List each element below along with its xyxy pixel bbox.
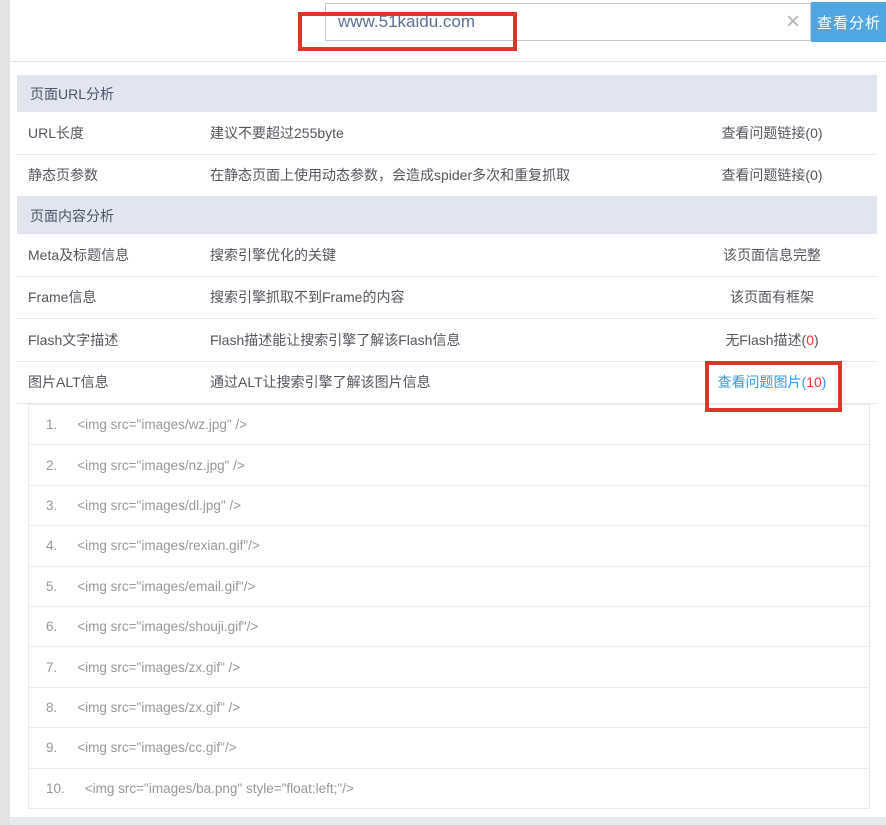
image-list-item: 8. <img src="images/zx.gif" /> xyxy=(29,688,869,728)
image-list-item: 9. <img src="images/cc.gif"/> xyxy=(29,728,869,768)
row-description: 通过ALT让搜索引擎了解该图片信息 xyxy=(210,372,667,392)
item-number: 8. xyxy=(46,700,57,715)
item-number: 2. xyxy=(46,458,57,473)
row-label: Frame信息 xyxy=(17,287,210,307)
row-result[interactable]: 查看问题图片(10) xyxy=(667,372,877,392)
analysis-row: URL长度 建议不要超过255byte 查看问题链接(0) xyxy=(17,112,877,155)
image-list-item: 2. <img src="images/nz.jpg" /> xyxy=(29,445,869,485)
result-text[interactable]: 查看问题链接(0) xyxy=(721,167,822,183)
image-list-item: 7. <img src="images/zx.gif" /> xyxy=(29,647,869,687)
search-bar: × 查看分析 xyxy=(10,0,886,62)
row-label: Meta及标题信息 xyxy=(17,245,210,265)
row-label: URL长度 xyxy=(17,123,210,143)
image-list-item: 5. <img src="images/email.gif"/> xyxy=(29,567,869,607)
row-label: 图片ALT信息 xyxy=(17,372,210,392)
issue-count: 0 xyxy=(806,332,814,348)
section-header: 页面内容分析 xyxy=(17,197,877,234)
row-result: 该页面信息完整 xyxy=(667,245,877,265)
url-input-field[interactable]: × xyxy=(325,3,811,41)
row-description: 搜索引擎抓取不到Frame的内容 xyxy=(210,287,667,307)
item-number: 1. xyxy=(46,417,57,432)
item-img-code: <img src="images/wz.jpg" /> xyxy=(77,417,247,432)
item-number: 6. xyxy=(46,619,57,634)
analysis-row: 图片ALT信息 通过ALT让搜索引擎了解该图片信息 查看问题图片(10) xyxy=(17,362,877,405)
item-img-code: <img src="images/zx.gif" /> xyxy=(77,700,240,715)
row-label: Flash文字描述 xyxy=(17,330,210,350)
section-title: 页面内容分析 xyxy=(30,206,114,226)
result-text: 该页面信息完整 xyxy=(723,247,821,263)
analyze-button[interactable]: 查看分析 xyxy=(811,2,886,42)
section-header: 页面URL分析 xyxy=(17,75,877,112)
bottom-strip xyxy=(10,817,886,825)
result-text-tail: ) xyxy=(814,332,819,348)
result-text: 该页面有框架 xyxy=(730,289,814,305)
item-img-code: <img src="images/cc.gif"/> xyxy=(77,740,236,755)
analysis-row: Meta及标题信息 搜索引擎优化的关键 该页面信息完整 xyxy=(17,234,877,277)
item-img-code: <img src="images/rexian.gif"/> xyxy=(77,538,260,553)
item-img-code: <img src="images/email.gif"/> xyxy=(77,579,255,594)
item-img-code: <img src="images/nz.jpg" /> xyxy=(77,458,245,473)
page: × 查看分析 页面URL分析 URL长度 建议不要超过255byte 查看问题链… xyxy=(0,0,886,825)
row-result: 该页面有框架 xyxy=(667,287,877,307)
issue-count: 10 xyxy=(806,374,822,390)
result-text[interactable]: 查看问题链接(0) xyxy=(721,125,822,141)
item-number: 10. xyxy=(46,781,65,796)
row-description: Flash描述能让搜索引擎了解该Flash信息 xyxy=(210,330,667,350)
result-text: 无Flash描述( xyxy=(725,332,806,348)
item-img-code: <img src="images/dl.jpg" /> xyxy=(77,498,241,513)
image-list-item: 6. <img src="images/shouji.gif"/> xyxy=(29,607,869,647)
image-list-item: 10. <img src="images/ba.png" style="floa… xyxy=(29,769,869,808)
image-list-item: 1. <img src="images/wz.jpg" /> xyxy=(29,405,869,445)
item-number: 9. xyxy=(46,740,57,755)
image-alt-list: 1. <img src="images/wz.jpg" /> 2. <img s… xyxy=(28,404,870,809)
item-number: 7. xyxy=(46,660,57,675)
row-result[interactable]: 查看问题链接(0) xyxy=(667,123,877,143)
image-list-item: 3. <img src="images/dl.jpg" /> xyxy=(29,486,869,526)
left-edge-strip xyxy=(0,0,10,825)
item-img-code: <img src="images/shouji.gif"/> xyxy=(77,619,258,634)
row-description: 搜索引擎优化的关键 xyxy=(210,245,667,265)
analysis-table: 页面URL分析 URL长度 建议不要超过255byte 查看问题链接(0) 静态… xyxy=(17,75,877,404)
item-number: 3. xyxy=(46,498,57,513)
analysis-row: Frame信息 搜索引擎抓取不到Frame的内容 该页面有框架 xyxy=(17,277,877,320)
row-label: 静态页参数 xyxy=(17,165,210,185)
section-title: 页面URL分析 xyxy=(30,84,114,104)
analysis-row: 静态页参数 在静态页面上使用动态参数，会造成spider多次和重复抓取 查看问题… xyxy=(17,155,877,198)
item-number: 4. xyxy=(46,538,57,553)
image-list-item: 4. <img src="images/rexian.gif"/> xyxy=(29,526,869,566)
row-result[interactable]: 查看问题链接(0) xyxy=(667,165,877,185)
result-text[interactable]: 查看问题图片( xyxy=(718,374,807,390)
analysis-row: Flash文字描述 Flash描述能让搜索引擎了解该Flash信息 无Flash… xyxy=(17,319,877,362)
clear-input-icon[interactable]: × xyxy=(786,10,800,34)
result-text-tail: ) xyxy=(822,374,827,390)
row-result: 无Flash描述(0) xyxy=(667,330,877,350)
row-description: 在静态页面上使用动态参数，会造成spider多次和重复抓取 xyxy=(210,165,667,185)
url-input[interactable] xyxy=(326,4,810,40)
row-description: 建议不要超过255byte xyxy=(210,123,667,143)
item-img-code: <img src="images/ba.png" style="float:le… xyxy=(85,781,354,796)
item-img-code: <img src="images/zx.gif" /> xyxy=(77,660,240,675)
item-number: 5. xyxy=(46,579,57,594)
